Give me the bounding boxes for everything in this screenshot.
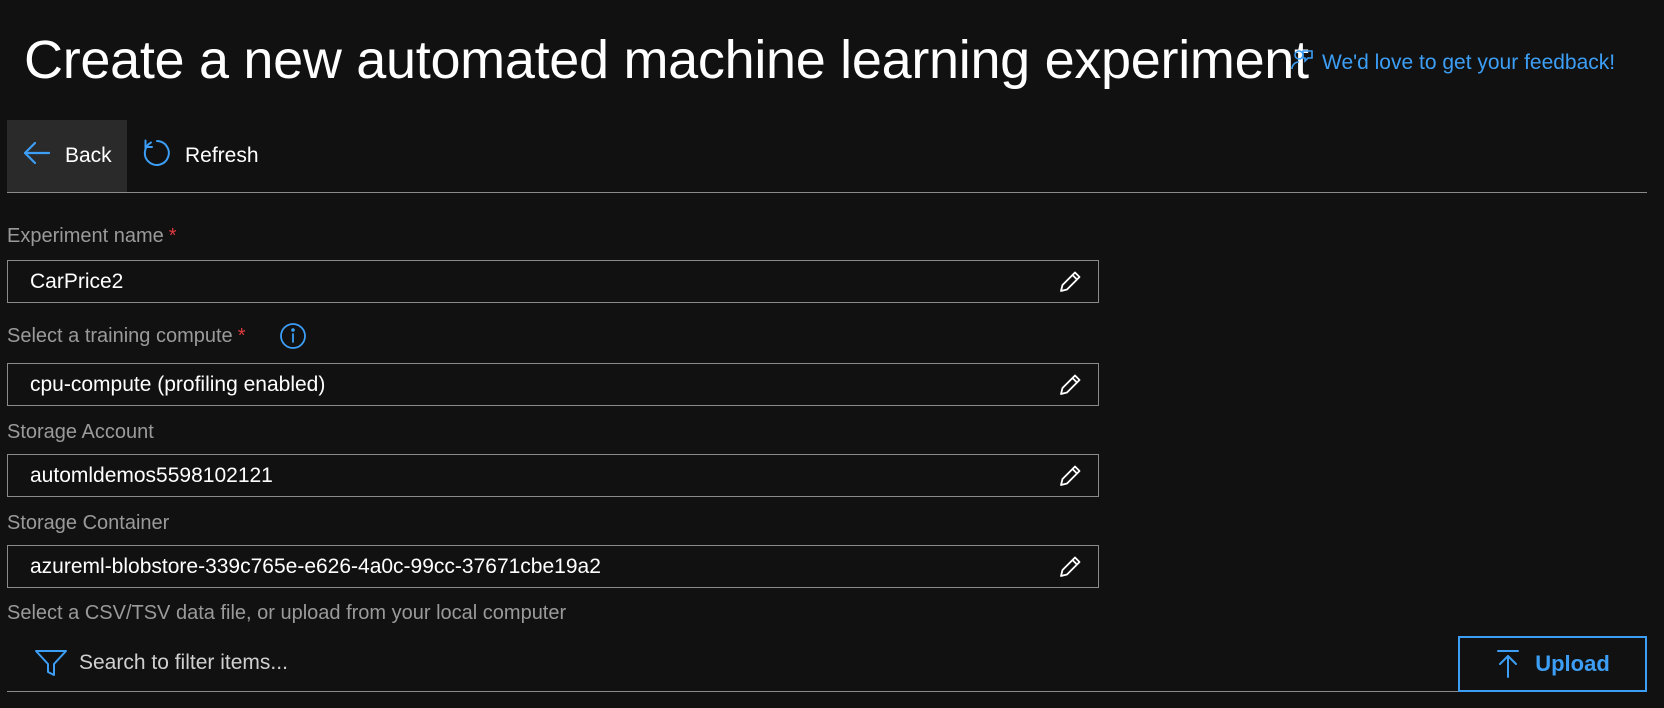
experiment-name-label: Experiment name * bbox=[7, 225, 177, 247]
storage-container-edit-button[interactable] bbox=[1042, 546, 1098, 587]
training-compute-field[interactable]: cpu-compute (profiling enabled) bbox=[7, 363, 1099, 406]
storage-account-edit-button[interactable] bbox=[1042, 455, 1098, 496]
upload-button[interactable]: Upload bbox=[1458, 636, 1647, 692]
filter-icon bbox=[35, 650, 67, 676]
storage-container-label: Storage Container bbox=[7, 512, 170, 534]
back-button[interactable]: Back bbox=[7, 120, 127, 192]
info-icon[interactable] bbox=[279, 322, 307, 350]
filter-bar bbox=[7, 634, 1647, 692]
refresh-label: Refresh bbox=[185, 144, 259, 167]
storage-account-label: Storage Account bbox=[7, 421, 154, 443]
training-compute-value: cpu-compute (profiling enabled) bbox=[30, 372, 326, 396]
storage-account-value: automldemos5598102121 bbox=[30, 463, 273, 487]
pencil-icon bbox=[1060, 271, 1081, 292]
refresh-icon bbox=[141, 137, 173, 175]
pencil-icon bbox=[1060, 556, 1081, 577]
pencil-icon bbox=[1060, 374, 1081, 395]
required-mark: * bbox=[237, 324, 246, 347]
experiment-name-field[interactable]: CarPrice2 bbox=[7, 260, 1099, 303]
page-title: Create a new automated machine learning … bbox=[24, 30, 1309, 90]
storage-account-field[interactable]: automldemos5598102121 bbox=[7, 454, 1099, 497]
training-compute-label: Select a training compute * bbox=[7, 322, 307, 350]
storage-container-value: azureml-blobstore-339c765e-e626-4a0c-99c… bbox=[30, 554, 601, 578]
training-compute-edit-button[interactable] bbox=[1042, 364, 1098, 405]
data-file-label: Select a CSV/TSV data file, or upload fr… bbox=[7, 602, 567, 624]
feedback-icon bbox=[1290, 48, 1314, 78]
experiment-name-value: CarPrice2 bbox=[30, 269, 124, 293]
required-mark: * bbox=[168, 225, 177, 247]
upload-arrow-icon bbox=[1497, 650, 1520, 678]
page: Create a new automated machine learning … bbox=[0, 0, 1664, 708]
upload-label: Upload bbox=[1535, 651, 1610, 676]
back-arrow-icon bbox=[21, 137, 53, 175]
storage-container-field[interactable]: azureml-blobstore-339c765e-e626-4a0c-99c… bbox=[7, 545, 1099, 588]
refresh-button[interactable]: Refresh bbox=[127, 120, 275, 192]
pencil-icon bbox=[1060, 465, 1081, 486]
filter-search-input[interactable] bbox=[77, 644, 681, 682]
feedback-link[interactable]: We'd love to get your feedback! bbox=[1290, 48, 1615, 78]
back-label: Back bbox=[65, 144, 112, 167]
feedback-label: We'd love to get your feedback! bbox=[1322, 51, 1616, 74]
experiment-name-edit-button[interactable] bbox=[1042, 261, 1098, 302]
toolbar: Back Refresh bbox=[7, 120, 1647, 193]
